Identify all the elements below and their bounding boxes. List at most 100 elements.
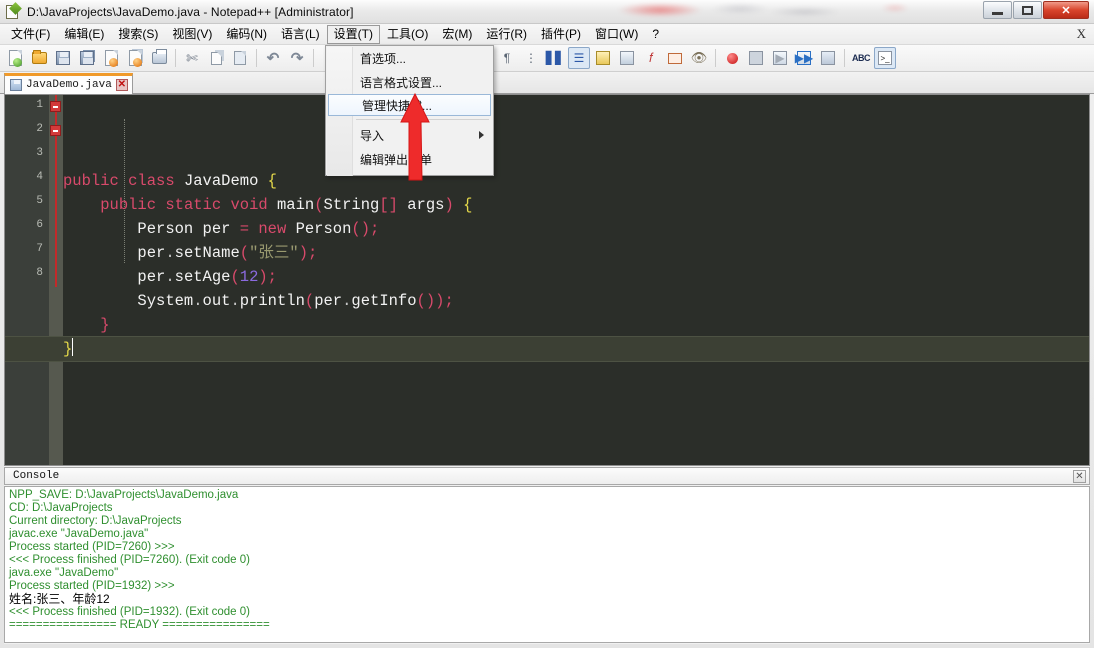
code-line-5[interactable]: per.setAge(12); bbox=[63, 265, 1089, 289]
stop-recording-icon[interactable] bbox=[745, 47, 767, 69]
run-console-icon[interactable]: >_ bbox=[874, 47, 896, 69]
settings-dropdown-menu: 首选项... 语言格式设置... 管理快捷键... 导入编辑弹出菜单 bbox=[325, 45, 494, 176]
code-line-2[interactable]: public static void main(String[] args) { bbox=[63, 193, 1089, 217]
code-token: public bbox=[100, 196, 157, 214]
code-line-8[interactable]: } bbox=[5, 337, 1089, 361]
menu-help[interactable]: ? bbox=[645, 25, 666, 44]
code-token: ( bbox=[239, 244, 250, 262]
menu-encoding[interactable]: 编码(N) bbox=[219, 25, 274, 44]
menu-item-edit-popup-context-menu[interactable]: 编辑弹出菜单 bbox=[327, 147, 492, 171]
save-macro-icon[interactable] bbox=[817, 47, 839, 69]
code-editor[interactable]: 12345678 public class JavaDemo { public … bbox=[4, 94, 1090, 466]
window-controls: ✕ bbox=[983, 1, 1089, 19]
maximize-button[interactable] bbox=[1013, 1, 1042, 19]
record-macro-icon[interactable] bbox=[721, 47, 743, 69]
code-token: 12 bbox=[239, 268, 259, 286]
code-token: JavaDemo bbox=[183, 172, 259, 190]
menu-settings[interactable]: 设置(T) bbox=[326, 24, 380, 44]
undo-icon[interactable]: ↶ bbox=[262, 47, 284, 69]
code-token: (); bbox=[351, 220, 380, 238]
close-button[interactable]: ✕ bbox=[1043, 1, 1089, 19]
fold-marker-1[interactable] bbox=[50, 101, 61, 112]
menu-language[interactable]: 语言(L) bbox=[274, 25, 327, 44]
tab-javademo-java[interactable]: JavaDemo.java ✕ bbox=[4, 73, 133, 94]
tab-close-icon[interactable]: ✕ bbox=[115, 79, 128, 91]
menu-edit[interactable]: 编辑(E) bbox=[57, 25, 111, 44]
code-token: static bbox=[165, 196, 222, 214]
submenu-chevron-right-icon bbox=[479, 131, 484, 139]
code-token: ) bbox=[444, 196, 454, 214]
menu-plugins[interactable]: 插件(P) bbox=[534, 25, 588, 44]
run-macro-multiple-icon[interactable]: ▶▶ bbox=[793, 47, 815, 69]
code-token: { bbox=[453, 196, 473, 214]
code-token: setAge bbox=[174, 268, 231, 286]
notepad-plus-plus-icon bbox=[5, 1, 22, 20]
cut-icon[interactable]: ✄ bbox=[181, 47, 203, 69]
code-token: System bbox=[137, 292, 194, 310]
menu-file[interactable]: 文件(F) bbox=[4, 25, 57, 44]
close-file-icon[interactable] bbox=[100, 47, 122, 69]
window-title: D:\JavaProjects\JavaDemo.java - Notepad+… bbox=[27, 4, 354, 19]
menu-item-style-configurator[interactable]: 语言格式设置... bbox=[327, 70, 492, 94]
code-line-1[interactable]: public class JavaDemo { bbox=[63, 169, 1089, 193]
monitoring-icon[interactable] bbox=[664, 47, 686, 69]
console-line: NPP_SAVE: D:\JavaProjects\JavaDemo.java bbox=[9, 489, 239, 501]
show-symbol-icon[interactable]: ☰ bbox=[568, 47, 590, 69]
close-all-files-icon[interactable] bbox=[124, 47, 146, 69]
code-token: Person per bbox=[137, 220, 240, 238]
spellcheck-icon[interactable]: ABC bbox=[850, 47, 872, 69]
code-token: public bbox=[63, 172, 119, 190]
menu-window[interactable]: 窗口(W) bbox=[588, 25, 645, 44]
menu-search[interactable]: 搜索(S) bbox=[111, 25, 165, 44]
save-icon[interactable] bbox=[52, 47, 74, 69]
function-list-icon[interactable] bbox=[616, 47, 638, 69]
code-line-4[interactable]: per.setName("张三"); bbox=[63, 241, 1089, 265]
menu-item-import[interactable]: 导入 bbox=[327, 123, 492, 147]
code-token: class bbox=[128, 172, 175, 190]
show-all-chars-icon[interactable]: ¶ bbox=[496, 47, 518, 69]
console-close-icon[interactable]: ✕ bbox=[1073, 470, 1086, 483]
eye-icon[interactable]: 👁 bbox=[688, 47, 710, 69]
folder-as-workspace-icon[interactable]: 𝑓 bbox=[640, 47, 662, 69]
code-line-7[interactable]: } bbox=[63, 313, 1089, 337]
menu-tools[interactable]: 工具(O) bbox=[380, 25, 435, 44]
menu-item-shortcut-mapper[interactable]: 管理快捷键... bbox=[328, 94, 491, 116]
title-bar: D:\JavaProjects\JavaDemo.java - Notepad+… bbox=[0, 0, 1094, 24]
line-number: 5 bbox=[36, 195, 43, 207]
ui-hint-icon[interactable]: ▋▋ bbox=[544, 47, 566, 69]
close-document-x[interactable]: X bbox=[1077, 26, 1086, 42]
menu-run[interactable]: 运行(R) bbox=[479, 25, 534, 44]
fold-margin[interactable] bbox=[49, 95, 63, 465]
menu-macro[interactable]: 宏(M) bbox=[435, 25, 479, 44]
minimize-button[interactable] bbox=[983, 1, 1012, 19]
save-all-icon[interactable] bbox=[76, 47, 98, 69]
console-line: <<< Process finished (PID=7260). (Exit c… bbox=[9, 554, 250, 566]
indent-guide-icon[interactable]: ⋮ bbox=[520, 47, 542, 69]
menu-item-label: 编辑弹出菜单 bbox=[360, 152, 433, 167]
copy-icon[interactable] bbox=[205, 47, 227, 69]
redo-icon[interactable]: ↷ bbox=[286, 47, 308, 69]
open-file-icon[interactable] bbox=[28, 47, 50, 69]
code-content[interactable]: public class JavaDemo { public static vo… bbox=[5, 95, 1089, 465]
code-token: { bbox=[258, 172, 277, 190]
console-line: 姓名:张三、年龄12 bbox=[9, 592, 110, 606]
code-token: ( bbox=[304, 292, 315, 310]
paste-icon[interactable] bbox=[229, 47, 251, 69]
console-line: ================ READY ================ bbox=[9, 619, 270, 631]
toolbar-separator bbox=[313, 49, 314, 67]
document-map-icon[interactable] bbox=[592, 47, 614, 69]
menu-view[interactable]: 视图(V) bbox=[165, 25, 219, 44]
code-line-6[interactable]: System.out.println(per.getInfo()); bbox=[63, 289, 1089, 313]
code-line-3[interactable]: Person per = new Person(); bbox=[63, 217, 1089, 241]
console-output[interactable]: NPP_SAVE: D:\JavaProjects\JavaDemo.java C… bbox=[4, 486, 1090, 643]
new-file-icon[interactable] bbox=[4, 47, 26, 69]
menu-item-label: 语言格式设置... bbox=[360, 75, 443, 90]
print-icon[interactable] bbox=[148, 47, 170, 69]
line-number: 7 bbox=[36, 243, 43, 255]
fold-marker-2[interactable] bbox=[50, 125, 61, 136]
code-token: . bbox=[230, 292, 240, 310]
playback-icon[interactable]: ▶ bbox=[769, 47, 791, 69]
menu-item-preferences[interactable]: 首选项... bbox=[327, 46, 492, 70]
